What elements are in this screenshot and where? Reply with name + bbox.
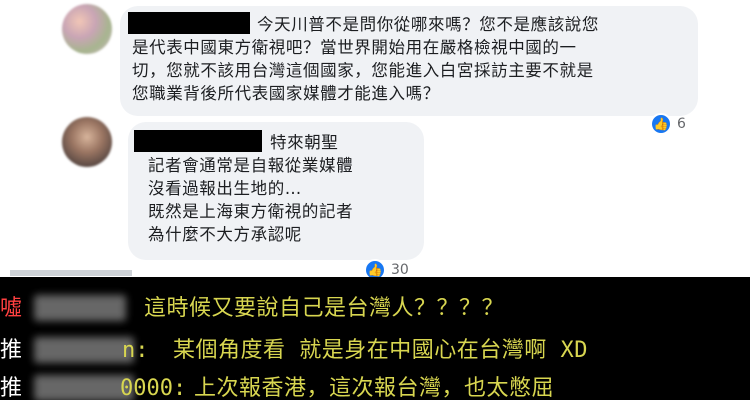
redacted-author-name (134, 130, 262, 152)
push-tag: 噓 (0, 296, 23, 321)
reaction-number: 30 (391, 262, 409, 278)
blurred-user-id (34, 295, 126, 321)
push-text: 某個角度看 就是身在中國心在台灣啊 XD (173, 338, 588, 363)
comment-text-line: 是代表中國東方衛視吧？當世界開始用在嚴格檢視中國的一 (132, 38, 577, 57)
comment-text-line: 為什麼不大方承認呢 (148, 225, 302, 244)
ptt-push-panel: 噓 這時候又要說自己是台灣人？？？？ 推 n: 某個角度看 就是身在中國心在台灣… (0, 277, 750, 400)
push-text: 這時候又要說自己是台灣人？？？？ (144, 296, 505, 321)
comment-text-line: 沒看過報出生地的… (148, 179, 302, 198)
commenter-avatar[interactable] (62, 117, 112, 167)
comment-text-line: 切，您就不該用台灣這個國家，您能進入白宮採訪主要不就是 (132, 61, 594, 80)
comment-text-line: 既然是上海東方衛視的記者 (148, 202, 354, 221)
push-row: 推 0000: 上次報香港，這次報台灣，也太憋屈 (0, 372, 750, 400)
like-icon: 👍 (650, 113, 672, 135)
push-text: 上次報香港，這次報台灣，也太憋屈 (194, 376, 555, 400)
comment-text-line: 您職業背後所代表國家媒體才能進入嗎？ (132, 84, 440, 103)
cropped-strip (10, 270, 132, 276)
user-id-tail: 0000: (120, 376, 187, 400)
blurred-user-id (34, 375, 134, 400)
commenter-avatar[interactable] (62, 4, 112, 54)
push-tag: 推 (0, 376, 23, 400)
push-row: 噓 這時候又要說自己是台灣人？？？？ (0, 292, 750, 326)
redacted-author-name (128, 12, 250, 34)
reaction-count[interactable]: 👍 6 (650, 113, 686, 135)
blurred-user-id (34, 337, 134, 363)
comment-text-line: 今天川普不是問你從哪來嗎？您不是應該說您 (257, 15, 599, 34)
user-id-tail: n: (122, 338, 149, 363)
push-row: 推 n: 某個角度看 就是身在中國心在台灣啊 XD (0, 334, 750, 368)
author-name-suffix[interactable]: 特來朝聖 (270, 132, 338, 154)
comment-text-line: 記者會通常是自報從業媒體 (148, 156, 354, 175)
push-tag: 推 (0, 338, 23, 363)
reaction-number: 6 (677, 116, 686, 132)
